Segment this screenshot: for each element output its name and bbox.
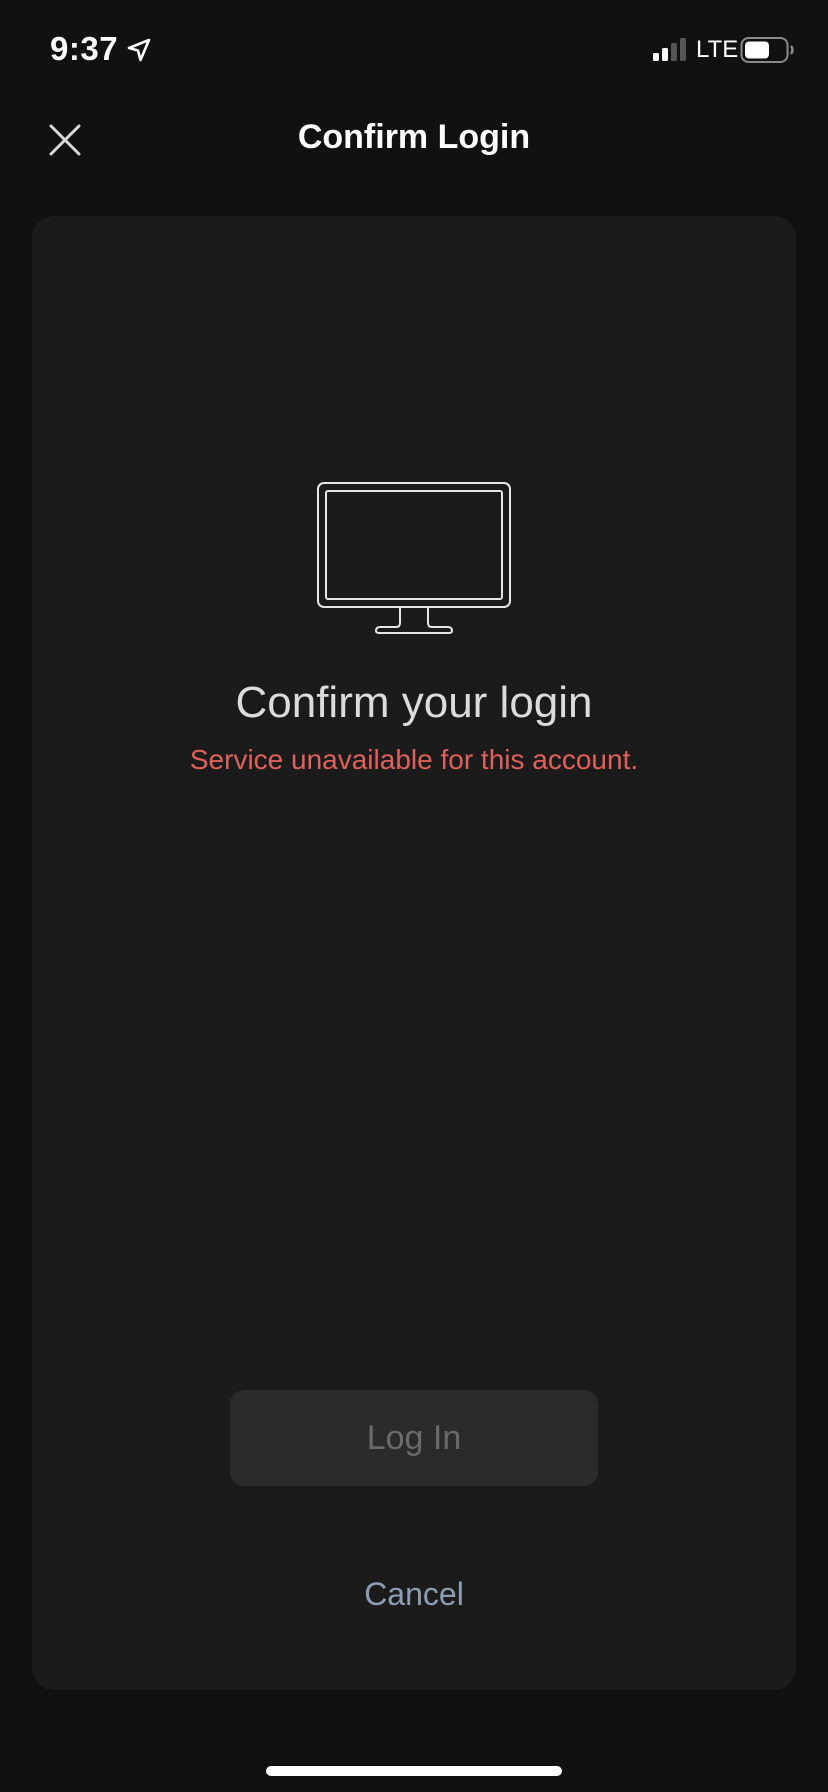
- page-title: Confirm Login: [297, 118, 531, 156]
- location-arrow-icon: [127, 38, 151, 62]
- status-time: 9:37: [50, 30, 119, 67]
- card-heading: Confirm your login: [235, 678, 593, 727]
- battery-icon: [740, 37, 794, 63]
- error-message: Service unavailable for this account.: [189, 744, 639, 775]
- signal-icon: [653, 38, 686, 61]
- monitor-icon: [317, 482, 511, 634]
- home-indicator[interactable]: [266, 1766, 562, 1776]
- network-type-label: LTE: [696, 36, 739, 63]
- login-button[interactable]: Log In: [230, 1390, 598, 1486]
- cancel-button[interactable]: Cancel: [32, 1576, 796, 1613]
- status-bar: 9:37 LTE: [0, 0, 828, 100]
- confirm-login-card: Confirm your login Service unavailable f…: [32, 216, 796, 1690]
